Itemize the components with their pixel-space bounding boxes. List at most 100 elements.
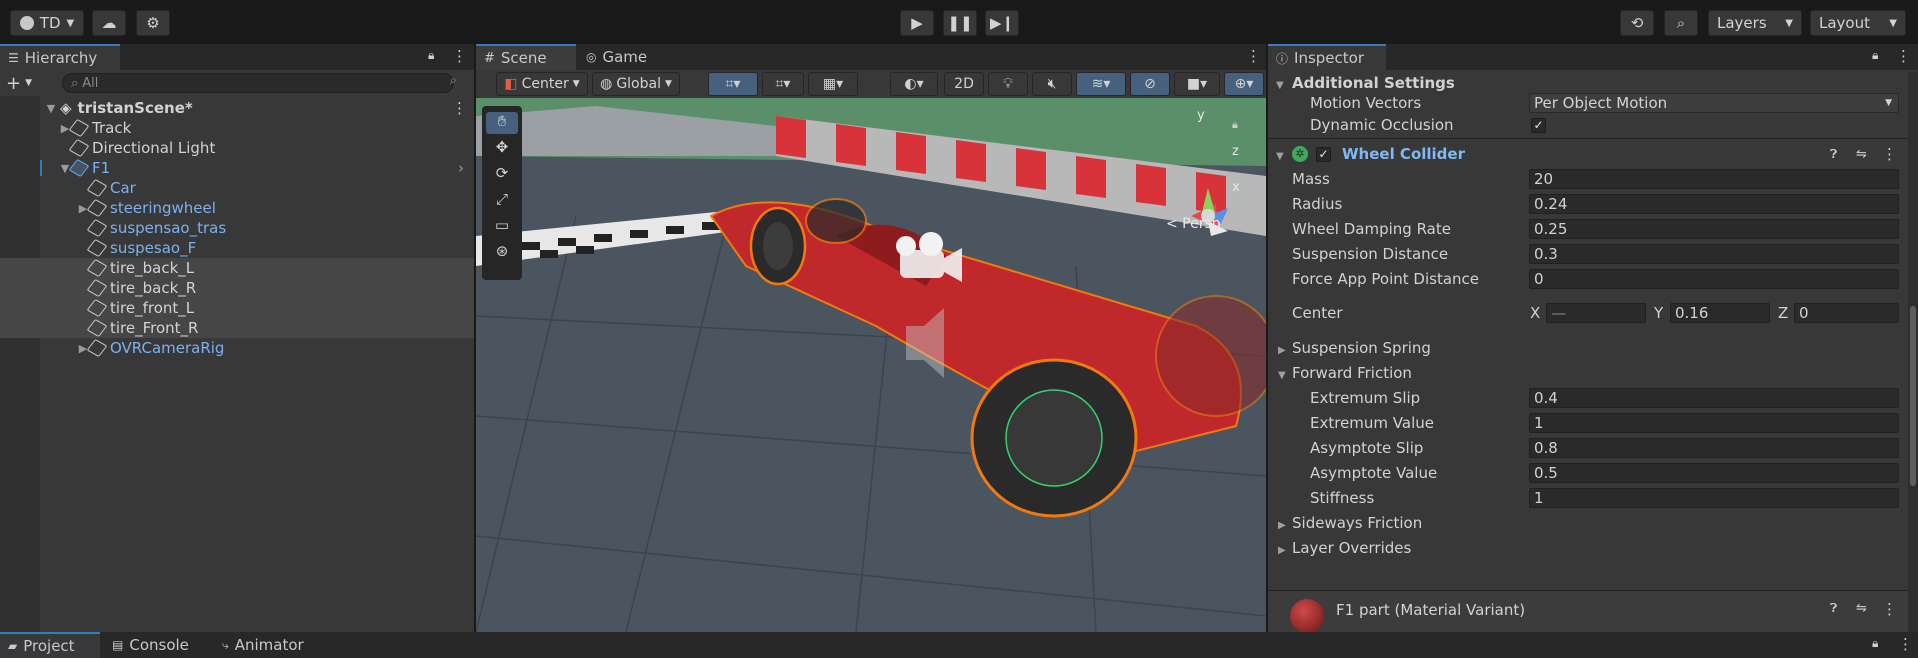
visibility-toggle[interactable]: ⊘ <box>1130 72 1170 96</box>
transform-tool[interactable]: ⊛ <box>486 242 518 264</box>
audio-toggle[interactable]: 🔇︎ <box>1032 72 1072 96</box>
step-button[interactable]: ▶❙ <box>985 10 1019 36</box>
dynamic-occlusion-checkbox[interactable]: ✓ <box>1531 117 1546 133</box>
effects-dropdown[interactable]: ≋▾ <box>1076 72 1126 96</box>
lock-icon[interactable]: 🔒︎ <box>428 48 434 63</box>
list-item[interactable]: Directional Light <box>0 138 474 158</box>
tab-hierarchy[interactable]: ☰ Hierarchy <box>0 44 120 70</box>
wheel-damping-input[interactable]: 0.25 <box>1529 219 1899 239</box>
preset-icon[interactable]: ⇋ <box>1856 147 1867 162</box>
force-app-point-input[interactable]: 0 <box>1529 269 1899 289</box>
scrollbar-thumb[interactable] <box>1910 306 1916 486</box>
mass-input[interactable]: 20 <box>1529 169 1899 189</box>
more-options-icon[interactable]: ⋮ <box>1896 47 1911 65</box>
list-item[interactable]: ▼ F1 › <box>0 158 474 178</box>
extremum-slip-input[interactable]: 0.4 <box>1529 388 1899 408</box>
list-item[interactable]: ▶ OVRCameraRig <box>0 338 474 358</box>
scale-tool[interactable]: ⤢ <box>486 190 518 212</box>
toggle-2d-button[interactable]: 2D <box>944 72 984 96</box>
forward-friction-foldout[interactable]: ▼ Forward Friction <box>1268 362 1908 384</box>
pause-button[interactable]: ❚❚ <box>943 10 977 36</box>
gizmos-dropdown[interactable]: ⊕▾ <box>1224 72 1264 96</box>
asymptote-value-input[interactable]: 0.5 <box>1529 463 1899 483</box>
layout-dropdown[interactable]: Layout ▼ <box>1810 10 1906 36</box>
hand-tool[interactable]: ✋︎ <box>486 112 518 134</box>
search-button[interactable]: ⌕ <box>1664 10 1698 36</box>
center-z-input[interactable]: 0 <box>1794 303 1899 323</box>
list-item[interactable]: suspensao_tras <box>0 218 474 238</box>
chevron-right-icon[interactable]: › <box>458 159 464 177</box>
rotate-tool[interactable]: ⟳ <box>486 164 518 186</box>
tab-console[interactable]: ▤ Console <box>104 632 204 658</box>
tab-animator[interactable]: ⤷ Animator <box>214 632 324 658</box>
list-item[interactable]: Car <box>0 178 474 198</box>
layers-dropdown[interactable]: Layers ▼ <box>1708 10 1802 36</box>
space-dropdown[interactable]: ◍ Global ▼ <box>592 72 680 96</box>
component-more-icon[interactable]: ⋮ <box>1882 145 1897 163</box>
scene-viewport[interactable] <box>476 96 1266 632</box>
draw-mode-dropdown[interactable]: ◐▾ <box>890 72 938 96</box>
list-item[interactable]: ▶ steeringwheel <box>0 198 474 218</box>
list-item[interactable]: tire_back_L <box>0 258 474 278</box>
scene-more-icon[interactable]: ⋮ <box>452 99 467 117</box>
layer-overrides-foldout[interactable]: ▶ Layer Overrides <box>1268 537 1908 559</box>
list-item[interactable]: tire_Front_R <box>0 318 474 338</box>
preset-icon[interactable]: ⇋ <box>1856 601 1867 616</box>
more-options-icon[interactable]: ⋮ <box>452 47 467 65</box>
sideways-friction-foldout[interactable]: ▶ Sideways Friction <box>1268 512 1908 534</box>
gizmo-lock-icon[interactable]: 🔒︎ <box>1232 118 1238 132</box>
collab-settings-button[interactable]: ⚙ <box>136 10 170 36</box>
inspector-scrollbar[interactable] <box>1908 72 1918 632</box>
radius-input[interactable]: 0.24 <box>1529 194 1899 214</box>
suspension-spring-foldout[interactable]: ▶ Suspension Spring <box>1268 337 1908 359</box>
help-icon[interactable]: ❓︎ <box>1830 147 1837 162</box>
hierarchy-search-input[interactable]: ⌕ All <box>62 73 454 93</box>
create-button[interactable]: + ▼ <box>6 72 42 94</box>
increment-snap-button[interactable]: ⌗▾ <box>762 72 804 96</box>
cloud-button[interactable]: ☁ <box>92 10 126 36</box>
account-dropdown[interactable]: TD ▼ <box>10 10 84 36</box>
gameobject-icon <box>86 178 108 198</box>
list-item[interactable]: tire_back_R <box>0 278 474 298</box>
grid-visibility-button[interactable]: ▦▾ <box>808 72 858 96</box>
more-options-icon[interactable]: ⋮ <box>1246 47 1261 65</box>
wheel-collider-header[interactable]: ▼ ✲ ✓ Wheel Collider ❓︎ ⇋ ⋮ <box>1268 142 1908 166</box>
material-more-icon[interactable]: ⋮ <box>1882 600 1897 618</box>
list-item[interactable]: tire_front_L <box>0 298 474 318</box>
lock-icon[interactable]: 🔒︎ <box>1872 636 1878 651</box>
more-options-icon[interactable]: ⋮ <box>1898 635 1913 653</box>
help-icon[interactable]: ❓︎ <box>1830 601 1837 616</box>
history-button[interactable]: ⟲ <box>1620 10 1654 36</box>
tab-project[interactable]: ▰ Project <box>0 632 100 658</box>
grid-snap-button[interactable]: ⌗▾ <box>708 72 758 96</box>
scene-search-icon[interactable]: ⌕ <box>450 73 457 88</box>
pivot-icon: ◧ <box>504 76 518 92</box>
lighting-toggle[interactable]: 💡︎ <box>988 72 1028 96</box>
asymptote-slip-input[interactable]: 0.8 <box>1529 438 1899 458</box>
move-tool[interactable]: ✥ <box>486 138 518 160</box>
component-enabled-checkbox[interactable]: ✓ <box>1316 146 1331 162</box>
material-header[interactable]: F1 part (Material Variant) ❓︎ ⇋ ⋮ <box>1268 590 1908 632</box>
scene-row[interactable]: ▼ ◈ tristanScene* ⋮ <box>0 98 474 118</box>
suspension-distance-input[interactable]: 0.3 <box>1529 244 1899 264</box>
item-label: Directional Light <box>92 139 216 157</box>
tab-game[interactable]: ◎ Game <box>578 44 658 70</box>
lock-icon[interactable]: 🔒︎ <box>1872 48 1878 63</box>
list-item[interactable]: ▶ Track <box>0 118 474 138</box>
play-button[interactable]: ▶ <box>900 10 934 36</box>
center-x-input[interactable]: — <box>1546 303 1646 323</box>
stiffness-input[interactable]: 1 <box>1529 488 1899 508</box>
list-item[interactable]: suspesao_F <box>0 238 474 258</box>
rect-tool[interactable]: ▭ <box>486 216 518 238</box>
audio-mute-icon: 🔇︎ <box>1047 76 1057 92</box>
center-y-input[interactable]: 0.16 <box>1670 303 1770 323</box>
tab-scene[interactable]: # Scene <box>476 44 576 70</box>
additional-settings-foldout[interactable]: ▼ Additional Settings <box>1268 72 1908 94</box>
extremum-value-input[interactable]: 1 <box>1529 413 1899 433</box>
chevron-down-icon: ▼ <box>572 79 580 89</box>
camera-dropdown[interactable]: ■▾ <box>1174 72 1220 96</box>
tab-inspector[interactable]: ⓘ Inspector <box>1268 44 1386 70</box>
motion-vectors-dropdown[interactable]: Per Object Motion ▼ <box>1529 93 1899 113</box>
projection-toggle[interactable]: < Persp <box>1166 216 1221 232</box>
pivot-dropdown[interactable]: ◧ Center ▼ <box>496 72 588 96</box>
